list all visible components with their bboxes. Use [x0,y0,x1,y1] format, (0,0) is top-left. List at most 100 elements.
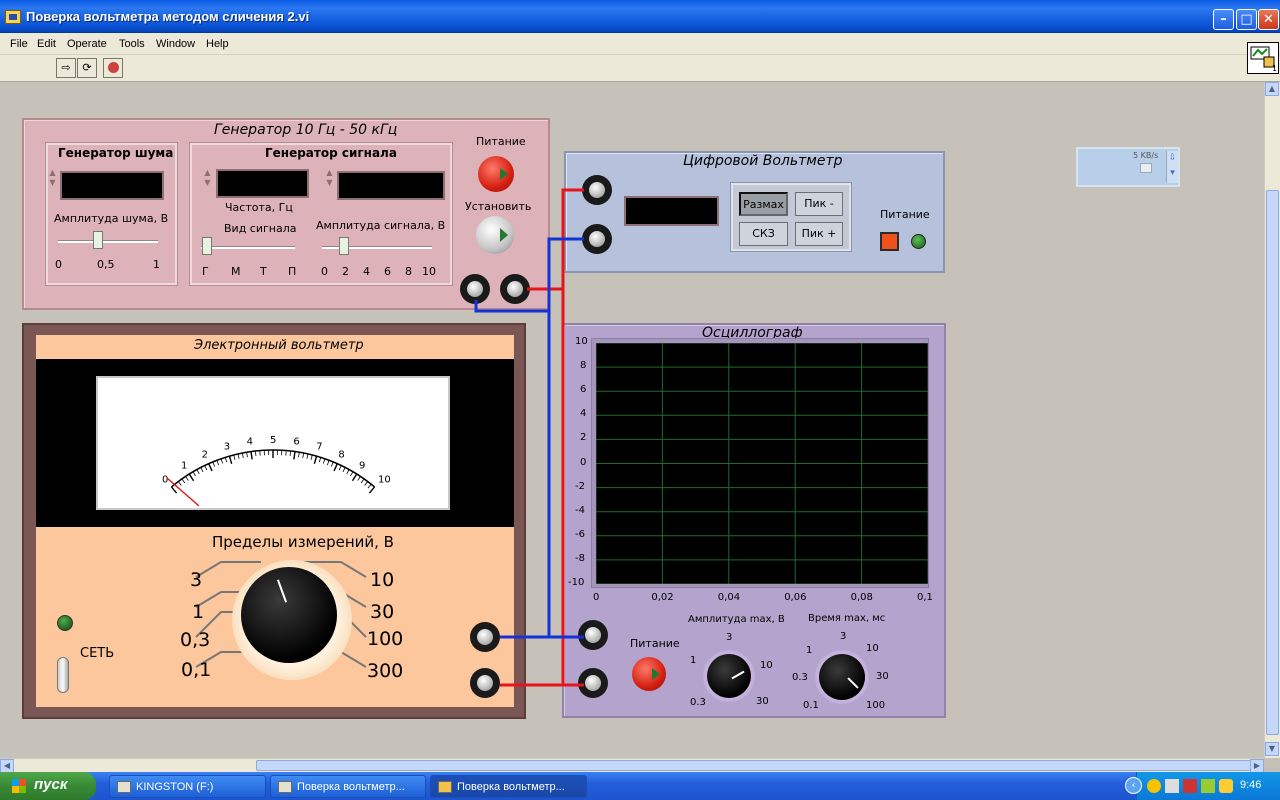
ev-input-jack-1[interactable] [470,622,500,652]
horizontal-scroll-thumb[interactable] [256,760,1251,771]
dial-tick [208,463,213,472]
taskbar-clock: 9:46 [1240,779,1262,791]
run-continuously-icon[interactable]: ⟳ [77,58,97,78]
menu-window[interactable]: Window [156,38,195,50]
amplitude-spin-arrows-icon[interactable]: ▲ ▼ [325,168,334,188]
minimize-button[interactable]: – [1213,9,1234,30]
amp-tick-0: 0 [321,265,328,278]
noise-amplitude-thumb[interactable] [93,231,103,249]
run-arrow-icon[interactable]: ⇨ [56,58,76,78]
dvm-peak-minus-button[interactable]: Пик - [795,192,843,216]
horizontal-scrollbar[interactable]: ◀ ▶ [0,758,1264,773]
dial-tick [333,463,338,472]
tray-network-icon[interactable] [1165,779,1179,793]
menu-edit[interactable]: Edit [37,38,56,50]
tray-expand-icon[interactable]: ‹ [1125,777,1142,794]
dvm-range-button[interactable]: Размах [739,192,788,216]
amp-tick-8: 8 [405,265,412,278]
menu-operate[interactable]: Operate [67,38,107,50]
noise-tick-2: 1 [153,258,160,271]
amplitude-knob[interactable] [707,654,751,698]
task-vi-1[interactable]: Поверка вольтметр... [270,775,426,798]
range-30[interactable]: 30 [370,601,394,623]
close-button[interactable]: ✕ [1258,9,1279,30]
dial-tick [367,483,372,489]
dvm-peak-plus-button[interactable]: Пик + [795,222,843,246]
network-speed-widget[interactable]: 5 KB/s ⇩ ▾ [1076,147,1180,187]
dial-tick [241,452,244,458]
tray-messenger-icon[interactable] [1147,779,1161,793]
network-arrows-icon[interactable]: ⇩ ▾ [1166,151,1178,183]
signal-amplitude-thumb[interactable] [339,237,349,255]
scroll-down-arrow-icon[interactable]: ▼ [1265,742,1279,756]
y-tick-label: 8 [580,360,587,372]
dial-label-10: 10 [378,474,391,485]
frequency-label: Частота, Гц [225,201,293,214]
tray-volume-icon[interactable] [1219,779,1233,793]
range-10[interactable]: 10 [370,569,394,591]
time-knob-tick-0-3: 0.3 [792,672,808,683]
menu-tools[interactable]: Tools [119,38,145,50]
generator-output-jack-1[interactable] [460,274,490,304]
dial-label-4: 4 [247,437,253,448]
waveform-thumb[interactable] [202,237,212,255]
scroll-up-arrow-icon[interactable]: ▲ [1265,82,1279,96]
dial-tick [322,458,326,464]
dvm-input-jack-2[interactable] [582,224,612,254]
time-knob-tick-100: 100 [866,700,886,711]
dial-tick [192,471,196,477]
dial-tick [212,461,216,467]
osc-input-jack-2[interactable] [578,668,608,698]
noise-spin-arrows-icon[interactable]: ▲ ▼ [48,168,57,188]
dvm-power-button[interactable] [880,232,899,251]
dial-tick [250,451,253,460]
generator-power-button[interactable] [478,156,514,192]
set-button[interactable] [476,216,514,254]
abort-icon[interactable] [103,58,123,78]
osc-power-button[interactable] [632,657,666,691]
start-button[interactable]: пуск [0,772,96,800]
frequency-spin-arrows-icon[interactable]: ▲ ▼ [203,168,212,188]
tray-security-icon[interactable] [1183,779,1197,793]
dial-label-9: 9 [359,461,365,472]
y-tick-label: 10 [575,336,588,347]
vertical-scroll-thumb[interactable] [1266,190,1279,735]
range-0-1[interactable]: 0,1 [181,659,211,681]
dial-tick [233,454,236,460]
scroll-right-arrow-icon[interactable]: ▶ [1250,759,1264,773]
dial-tick [351,473,358,482]
time-knob[interactable] [819,654,865,700]
amp-tick-6: 6 [384,265,391,278]
amp-knob-tick-0-3: 0.3 [690,697,706,708]
range-selector-knob[interactable] [241,567,337,663]
dvm-input-jack-1[interactable] [582,175,612,205]
dvm-display [624,196,719,226]
vertical-scrollbar[interactable]: ▲ ▼ [1264,82,1280,758]
dial-tick [178,481,182,486]
menu-help[interactable]: Help [206,38,229,50]
generator-output-jack-2[interactable] [500,274,530,304]
range-0-3[interactable]: 0,3 [180,629,210,651]
tray-usb-icon[interactable] [1201,779,1215,793]
task-kingston[interactable]: KINGSTON (F:) [109,775,266,798]
task-vi-1-label: Поверка вольтметр... [297,781,405,793]
mains-toggle-switch[interactable] [57,657,69,693]
noise-amplitude-slider[interactable] [58,240,158,243]
range-1[interactable]: 1 [192,601,204,623]
waveform-slider[interactable] [201,246,295,249]
task-vi-2[interactable]: Поверка вольтметр... [430,775,587,798]
range-3[interactable]: 3 [190,569,202,591]
dvm-rms-button[interactable]: СКЗ [739,222,788,246]
range-100[interactable]: 100 [367,628,403,650]
menu-file[interactable]: File [10,38,28,50]
signal-generator-label: Генератор сигнала [265,146,397,160]
ev-input-jack-2[interactable] [470,668,500,698]
range-300[interactable]: 300 [367,660,403,682]
maximize-button[interactable]: □ [1236,9,1257,30]
dial-tick [216,460,220,466]
dvm-title: Цифровой Вольтметр [683,153,843,169]
osc-input-jack-1[interactable] [578,620,608,650]
oscilloscope-plot [595,342,929,585]
scroll-left-arrow-icon[interactable]: ◀ [0,759,14,773]
menu-bar: File Edit Operate Tools Window Help [0,33,1280,55]
